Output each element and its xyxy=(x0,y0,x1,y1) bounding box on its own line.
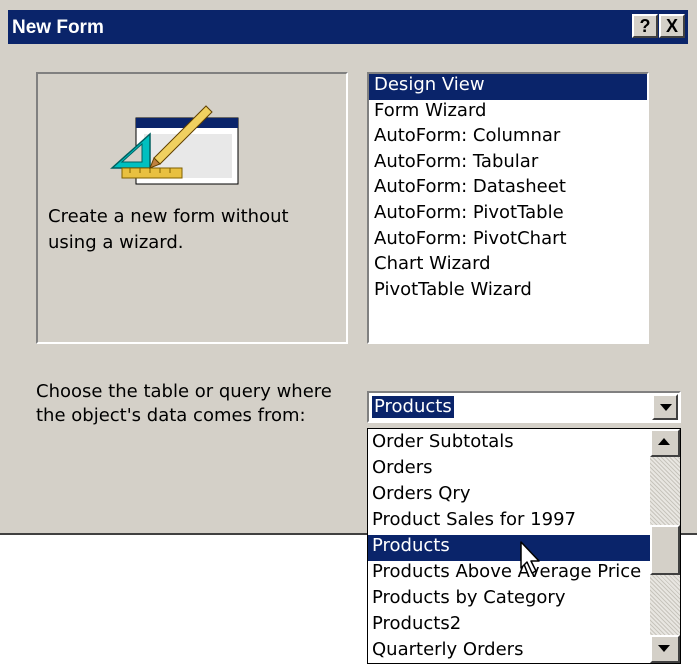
close-button[interactable]: X xyxy=(659,14,685,38)
dropdown-item[interactable]: Orders xyxy=(368,457,650,483)
chevron-down-icon xyxy=(660,404,672,411)
mouse-pointer-icon xyxy=(520,541,540,574)
dropdown-item[interactable]: Products by Category xyxy=(368,587,650,613)
title-bar[interactable]: New Form ? X xyxy=(8,10,688,44)
list-item[interactable]: Chart Wizard xyxy=(369,253,647,279)
source-combobox[interactable]: Products xyxy=(367,391,681,423)
help-button[interactable]: ? xyxy=(632,14,658,38)
dropdown-item[interactable]: Product Sales for 1997 xyxy=(368,509,650,535)
chevron-up-icon xyxy=(658,438,670,445)
view-listbox[interactable]: Design View Form Wizard AutoForm: Column… xyxy=(367,72,649,344)
list-item[interactable]: AutoForm: Tabular xyxy=(369,151,647,177)
dropdown-item[interactable]: Order Subtotals xyxy=(368,431,650,457)
dropdown-item[interactable]: Quarterly Orders xyxy=(368,639,650,663)
source-combobox-value[interactable]: Products xyxy=(372,396,454,418)
chevron-down-icon xyxy=(658,645,670,652)
source-label: Choose the table or query where the obje… xyxy=(36,381,332,426)
preview-description: Create a new form without using a wizard… xyxy=(48,206,289,253)
dropdown-item[interactable]: Orders Qry xyxy=(368,483,650,509)
list-item[interactable]: Design View xyxy=(369,74,647,100)
combobox-dropdown-button[interactable] xyxy=(652,394,678,420)
dialog-title: New Form xyxy=(12,17,104,38)
dropdown-item[interactable]: Products Above Average Price xyxy=(368,561,650,587)
list-item[interactable]: AutoForm: PivotTable xyxy=(369,202,647,228)
scroll-up-button[interactable] xyxy=(650,429,680,457)
list-item[interactable]: PivotTable Wizard xyxy=(369,279,647,305)
scroll-down-button[interactable] xyxy=(650,635,680,663)
preview-panel: Create a new form without using a wizard… xyxy=(36,72,348,344)
list-item[interactable]: Form Wizard xyxy=(369,100,647,126)
list-item[interactable]: AutoForm: Columnar xyxy=(369,125,647,151)
form-design-icon xyxy=(110,105,239,185)
dropdown-scrollbar[interactable] xyxy=(650,429,680,663)
scroll-thumb[interactable] xyxy=(650,525,680,575)
list-item[interactable]: AutoForm: Datasheet xyxy=(369,176,647,202)
dropdown-item[interactable]: Products2 xyxy=(368,613,650,639)
dropdown-item[interactable]: Products xyxy=(368,535,650,561)
list-item[interactable]: AutoForm: PivotChart xyxy=(369,228,647,254)
